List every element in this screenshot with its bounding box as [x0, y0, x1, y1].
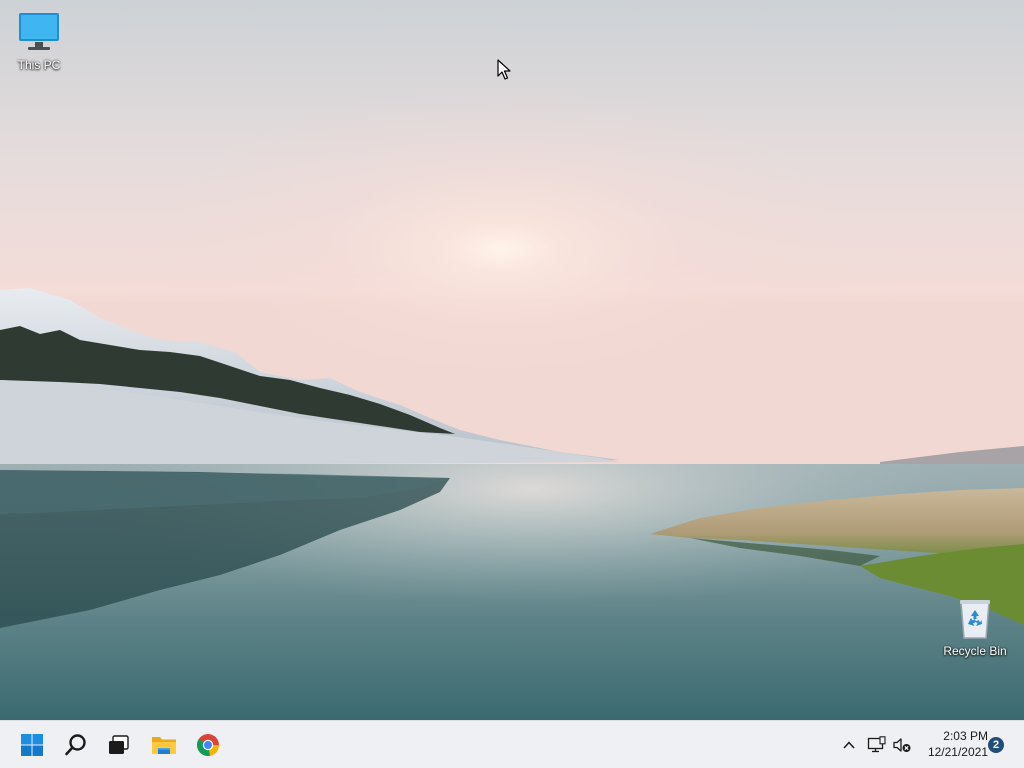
show-hidden-icons-button[interactable] — [837, 733, 861, 757]
monitor-icon — [19, 13, 59, 50]
search-button[interactable] — [58, 727, 94, 763]
network-icon — [867, 736, 886, 753]
wallpaper-image — [0, 0, 1024, 720]
task-view-icon — [109, 735, 129, 754]
desktop-icon-label: Recycle Bin — [943, 644, 1007, 658]
recycle-bin-icon — [960, 600, 990, 639]
desktop-icon-recycle-bin[interactable]: Recycle Bin — [937, 594, 1013, 658]
chevron-up-icon — [843, 741, 855, 749]
chrome-icon — [197, 734, 219, 756]
desktop-icon-label: This PC — [17, 58, 61, 72]
volume-button[interactable] — [890, 733, 914, 757]
taskbar: 2:03 PM 12/21/2021 2 — [0, 720, 1024, 768]
windows-logo-icon — [21, 734, 43, 756]
notification-center-badge[interactable]: 2 — [988, 737, 1004, 753]
task-view-button[interactable] — [101, 727, 137, 763]
mouse-cursor-icon — [497, 59, 511, 80]
start-button[interactable] — [14, 727, 50, 763]
desktop-icon-this-pc[interactable]: This PC — [1, 8, 77, 72]
folder-icon — [152, 737, 176, 754]
clock[interactable]: 2:03 PM 12/21/2021 — [918, 728, 988, 760]
desktop[interactable]: This PC Recycle Bin — [0, 0, 1024, 720]
chrome-button[interactable] — [190, 727, 226, 763]
network-button[interactable] — [865, 733, 889, 757]
search-icon — [65, 734, 86, 756]
file-explorer-button[interactable] — [146, 727, 182, 763]
clock-time: 2:03 PM — [943, 729, 988, 743]
volume-muted-icon — [893, 738, 911, 752]
clock-date: 12/21/2021 — [927, 745, 988, 759]
